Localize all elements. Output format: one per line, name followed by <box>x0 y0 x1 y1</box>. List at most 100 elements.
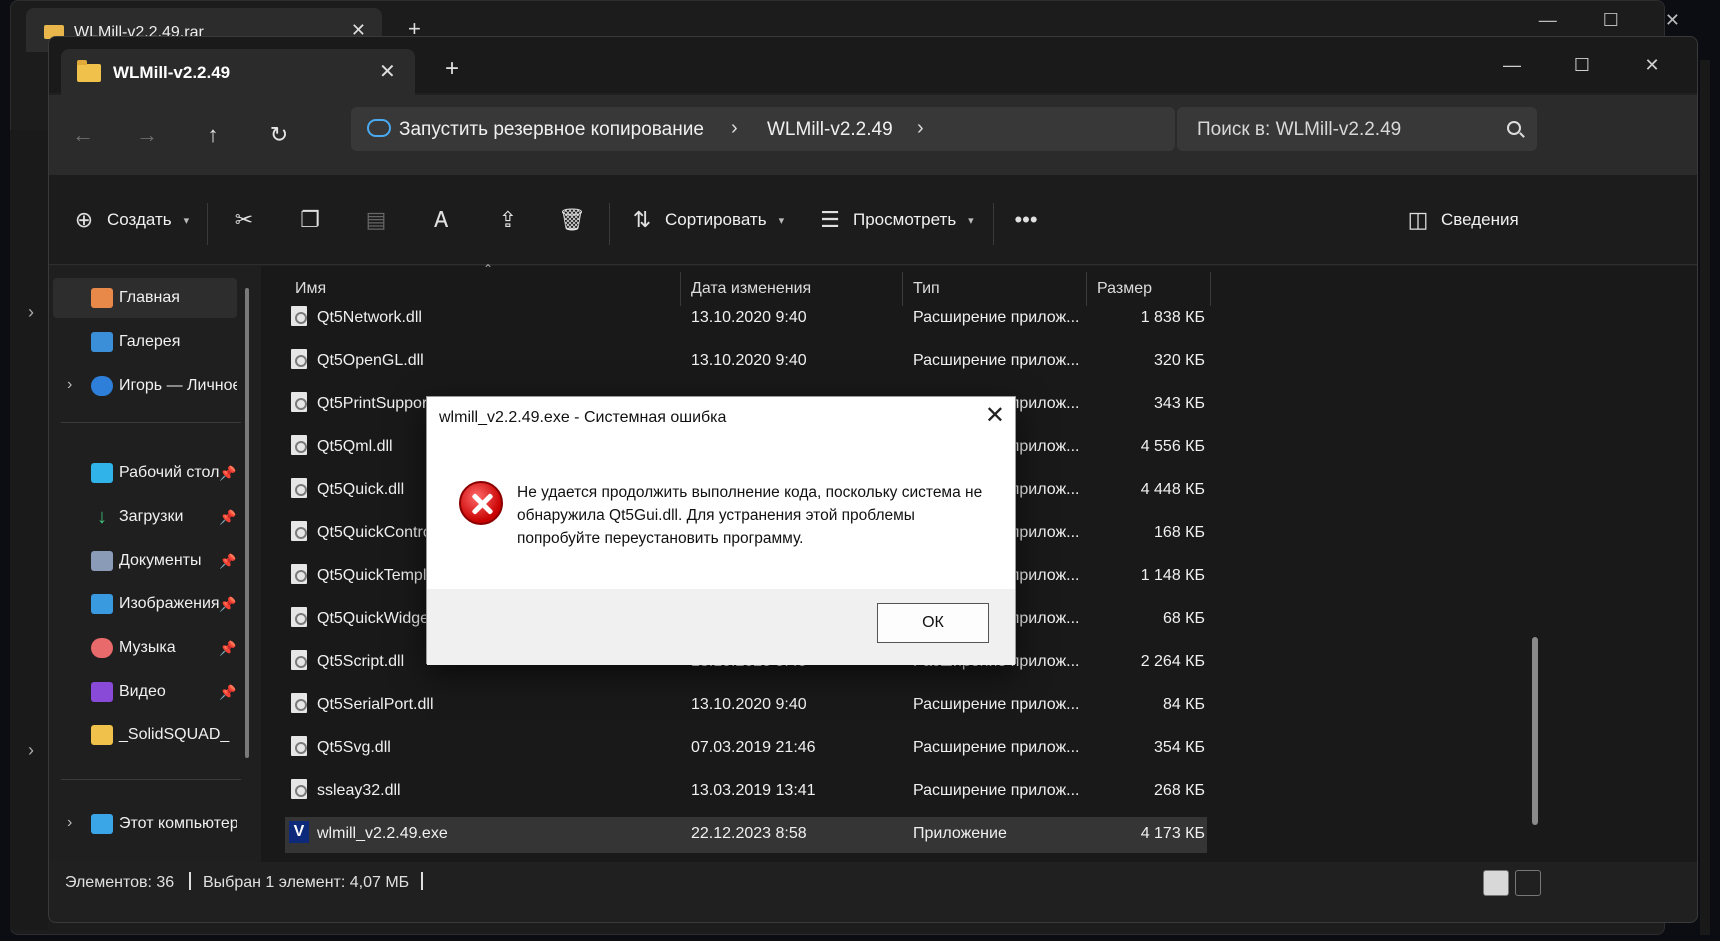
sidebar-item-gallery[interactable]: Галерея <box>53 322 237 362</box>
dll-file-icon <box>291 521 307 541</box>
table-row[interactable]: Qt5Network.dll 13.10.2020 9:40 Расширение … <box>285 301 1207 337</box>
file-name: Qt5Svg.dll <box>317 739 391 756</box>
navigation-pane: Главная Галерея › Игорь — Личное Рабочий… <box>49 266 261 862</box>
sort-button[interactable]: ⇅ Сортировать ▾ <box>629 203 784 237</box>
selection-info: Выбран 1 элемент: 4,07 МБ <box>203 874 410 891</box>
share-button[interactable]: ⇪ <box>495 203 521 237</box>
sidebar-item-onedrive[interactable]: Игорь — Личное <box>53 366 237 406</box>
file-size: 2 264 КБ <box>1140 653 1205 670</box>
copy-button[interactable]: ❐ <box>297 203 323 237</box>
pin-icon[interactable]: 📌 <box>219 596 236 613</box>
maximize-button[interactable]: ☐ <box>1547 45 1617 85</box>
sidebar-item-home[interactable]: Главная <box>53 278 237 318</box>
tiles-view-icon[interactable] <box>1515 870 1541 896</box>
dll-file-icon <box>291 478 307 498</box>
table-row[interactable]: Qt5OpenGL.dll 13.10.2020 9:40 Расширение п… <box>285 344 1207 380</box>
file-date: 13.10.2020 9:40 <box>691 352 807 369</box>
file-size: 268 КБ <box>1154 782 1205 799</box>
file-size: 354 КБ <box>1154 739 1205 756</box>
close-button[interactable]: ✕ <box>1617 45 1687 85</box>
up-arrow-icon[interactable]: ↑ <box>193 115 233 155</box>
tab-wlmill[interactable]: WLMill-v2.2.49 ✕ <box>61 49 415 95</box>
system-error-dialog: wlmill_v2.2.49.exe - Системная ошибка ✕ … <box>426 396 1016 665</box>
pin-icon[interactable]: 📌 <box>219 684 236 701</box>
dll-file-icon <box>291 650 307 670</box>
search-input[interactable]: Поиск в: WLMill-v2.2.49 <box>1197 119 1401 141</box>
delete-button[interactable]: 🗑 <box>558 203 586 237</box>
toolbar-divider <box>993 203 994 245</box>
file-name: Qt5OpenGL.dll <box>317 352 424 369</box>
more-options-button[interactable]: ••• <box>1013 203 1039 237</box>
search-box[interactable]: Поиск в: WLMill-v2.2.49 <box>1177 107 1537 151</box>
forward-arrow-icon[interactable]: → <box>127 115 167 155</box>
search-icon[interactable] <box>1507 121 1521 135</box>
minimize-button[interactable]: — <box>1477 45 1547 85</box>
item-count: Элементов: 36 <box>65 874 175 891</box>
maximize-icon[interactable]: ☐ <box>1603 10 1619 31</box>
background-window-controls: — ☐ ✕ <box>1539 10 1680 31</box>
scissors-icon: ✂ <box>234 207 254 232</box>
rename-button[interactable]: Ꭺ <box>429 203 455 237</box>
sidebar-item-label: Галерея <box>119 333 181 350</box>
refresh-icon[interactable]: ↻ <box>259 115 299 155</box>
chevron-right-icon[interactable]: › <box>28 302 34 323</box>
minimize-icon[interactable]: — <box>1539 10 1557 31</box>
share-icon: ⇪ <box>498 207 518 232</box>
pin-icon[interactable]: 📌 <box>219 640 236 657</box>
close-icon[interactable]: ✕ <box>1665 10 1680 31</box>
videos-icon <box>91 682 113 702</box>
details-button[interactable]: ◫ Сведения <box>1405 203 1519 237</box>
dll-file-icon <box>291 392 307 412</box>
new-button[interactable]: ⊕ Создать ▾ <box>71 203 189 237</box>
back-arrow-icon[interactable]: ← <box>63 115 103 155</box>
breadcrumb-backup[interactable]: Запустить резервное копирование <box>399 119 704 141</box>
error-icon <box>459 481 503 525</box>
file-type: Расширение прилож... <box>913 352 1080 369</box>
chevron-right-icon[interactable]: › <box>917 117 924 140</box>
file-list-scrollbar[interactable] <box>1532 637 1538 825</box>
file-type: Расширение прилож... <box>913 696 1080 713</box>
table-row[interactable]: Vwlmill_v2.2.49.exe 22.12.2023 8:58 Прилож… <box>285 817 1207 853</box>
dll-file-icon <box>291 607 307 627</box>
sidebar-item-label: Документы <box>119 552 202 569</box>
sidebar-item-pictures[interactable]: Изображения 📌 <box>53 584 237 624</box>
sidebar-item-solidsquad[interactable]: _SolidSQUAD_ <box>53 715 237 755</box>
sort-button-label: Сортировать <box>665 210 767 229</box>
paste-button[interactable]: ▤ <box>363 203 389 237</box>
dll-file-icon <box>291 349 307 369</box>
address-bar[interactable]: Запустить резервное копирование › WLMill… <box>351 107 1175 151</box>
list-view-icon: ☰ <box>820 207 840 232</box>
table-row[interactable]: ssleay32.dll 13.03.2019 13:41 Расширение п… <box>285 774 1207 810</box>
table-row[interactable]: Qt5SerialPort.dll 13.10.2020 9:40 Расширен… <box>285 688 1207 724</box>
title-bar: WLMill-v2.2.49 ✕ + — ☐ ✕ <box>49 37 1697 95</box>
tab-close-icon[interactable]: ✕ <box>379 59 396 84</box>
sidebar-item-downloads[interactable]: ↓ Загрузки 📌 <box>53 497 237 537</box>
sidebar-scrollbar[interactable] <box>245 288 249 758</box>
navigation-bar: ← → ↑ ↻ Запустить резервное копирование … <box>49 95 1697 175</box>
sidebar-item-label: Видео <box>119 683 166 700</box>
sidebar-item-desktop[interactable]: Рабочий стол 📌 <box>53 453 237 493</box>
sidebar-item-documents[interactable]: Документы 📌 <box>53 541 237 581</box>
sidebar-item-this-pc[interactable]: Этот компьютер <box>53 804 237 844</box>
breadcrumb-folder[interactable]: WLMill-v2.2.49 <box>767 119 893 141</box>
pin-icon[interactable]: 📌 <box>219 509 236 526</box>
sidebar-item-label: Рабочий стол <box>119 464 220 481</box>
pictures-icon <box>91 594 113 614</box>
pin-icon[interactable]: 📌 <box>219 465 236 482</box>
dialog-close-button[interactable]: ✕ <box>985 401 1005 430</box>
ok-button[interactable]: ОК <box>877 603 989 643</box>
trash-icon: 🗑 <box>558 207 586 232</box>
new-tab-button[interactable]: + <box>445 55 459 83</box>
table-row[interactable]: Qt5Svg.dll 07.03.2019 21:46 Расширение при… <box>285 731 1207 767</box>
chevron-right-icon[interactable]: › <box>731 117 738 140</box>
rename-icon: Ꭺ <box>434 207 450 232</box>
sidebar-item-music[interactable]: Музыка 📌 <box>53 628 237 668</box>
pin-icon[interactable]: 📌 <box>219 553 236 570</box>
dialog-title: wlmill_v2.2.49.exe - Системная ошибка <box>439 409 727 426</box>
view-button[interactable]: ☰ Просмотреть ▾ <box>817 203 974 237</box>
file-size: 343 КБ <box>1154 395 1205 412</box>
details-view-icon[interactable] <box>1483 870 1509 896</box>
chevron-right-icon[interactable]: › <box>28 740 34 761</box>
cut-button[interactable]: ✂ <box>231 203 257 237</box>
sidebar-item-videos[interactable]: Видео 📌 <box>53 672 237 712</box>
